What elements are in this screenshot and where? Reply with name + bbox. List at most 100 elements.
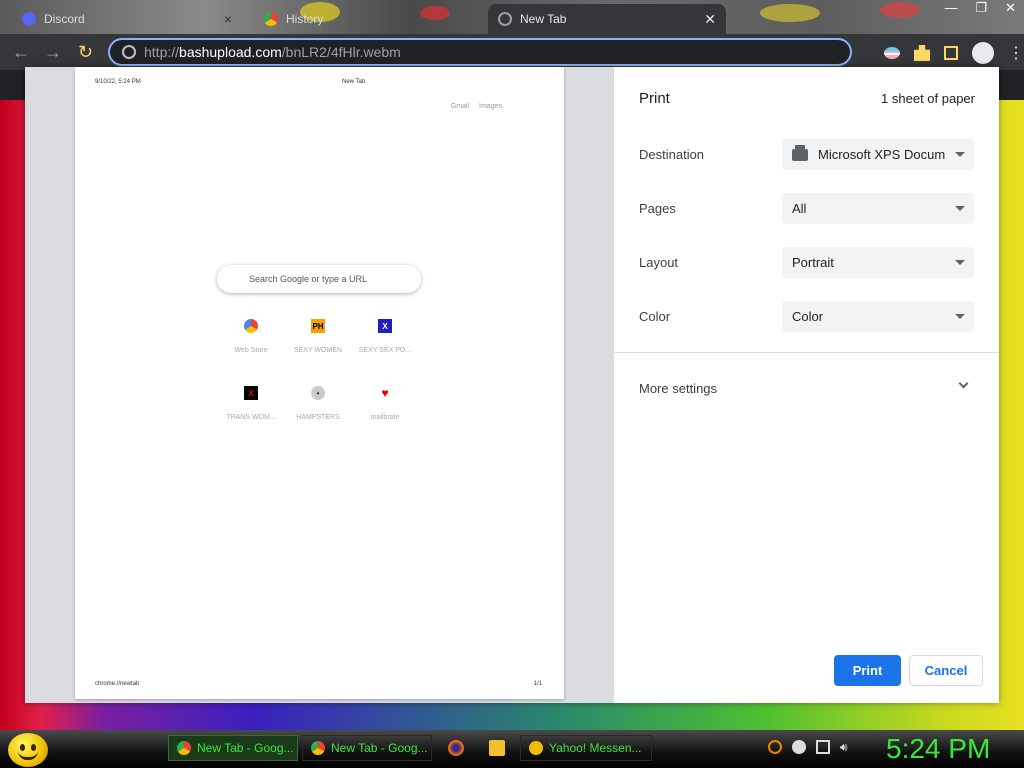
menu-icon[interactable]: ⋮ — [1008, 43, 1024, 63]
preview-top-links: Gmail Images — [451, 103, 502, 110]
chrome-icon — [264, 12, 278, 26]
restore-icon[interactable]: ❐ — [975, 0, 987, 16]
tile-label: SEXY SEX PO... — [358, 347, 412, 354]
chevron-down-icon[interactable] — [958, 378, 969, 389]
close-icon[interactable]: ✕ — [704, 11, 716, 28]
page-footer-number: 1/1 — [533, 681, 542, 687]
smiley-eye — [31, 744, 36, 751]
address-bar[interactable]: http://bashupload.com/bnLR2/4fHlr.webm — [108, 38, 852, 66]
taskbar-item-yahoo-messenger[interactable]: Yahoo! Messen... — [520, 735, 652, 761]
taskbar-clock: 5:24 PM — [886, 733, 991, 764]
tab-strip: Discord × History New Tab ✕ — ❐ ✕ — [0, 0, 1024, 34]
smiley-mouth — [18, 751, 38, 760]
paint-splat — [760, 4, 820, 22]
tab-discord[interactable]: Discord × — [12, 4, 242, 34]
dropdown-caret-icon — [955, 314, 965, 319]
task-label: Yahoo! Messen... — [549, 741, 642, 755]
search-icon[interactable] — [768, 740, 782, 754]
print-preview-page: 9/10/22, 5:24 PM New Tab Gmail Images Se… — [75, 67, 564, 699]
yahoo-messenger-icon — [529, 741, 543, 755]
paint-splat — [880, 2, 920, 18]
dropdown-caret-icon — [955, 260, 965, 265]
back-icon[interactable]: ← — [12, 42, 30, 63]
tile-label: Web Store — [234, 347, 268, 354]
shortcut-tile: PH SEXY WOMEN — [285, 319, 351, 354]
print-title: Print — [639, 90, 670, 107]
destination-label: Destination — [639, 147, 705, 162]
shortcut-tile: ♥ mailbrate — [352, 386, 418, 421]
destination-value: Microsoft XPS Docum — [818, 147, 946, 162]
extensions-icon[interactable] — [914, 45, 930, 61]
folder-icon[interactable] — [489, 740, 505, 756]
print-button[interactable]: Print — [834, 655, 901, 686]
smiley-eye — [20, 744, 25, 751]
taskbar-item-chrome-2[interactable]: New Tab - Goog... — [302, 735, 432, 761]
shortcut-tile: X SEXY SEX PO... — [352, 319, 418, 354]
tile-label: HAMPSTERS — [296, 414, 340, 421]
print-settings-panel: Print 1 sheet of paper Destination Micro… — [614, 67, 999, 703]
taskbar — [0, 730, 1024, 768]
minimize-icon[interactable]: — — [944, 0, 957, 16]
taskbar-item-chrome-1[interactable]: New Tab - Goog... — [168, 735, 298, 761]
browser-toolbar: ← → ↻ http://bashupload.com/bnLR2/4fHlr.… — [0, 34, 1024, 70]
chrome-icon — [311, 741, 325, 755]
forward-icon[interactable]: → — [44, 42, 62, 63]
x-red-icon: X — [244, 386, 258, 400]
start-button-smiley-icon[interactable] — [8, 733, 48, 767]
task-label: New Tab - Goog... — [197, 741, 294, 755]
layout-label: Layout — [639, 255, 679, 270]
sheet-count: 1 sheet of paper — [881, 91, 975, 106]
chrome-icon — [498, 12, 512, 26]
reload-icon[interactable]: ↻ — [78, 42, 93, 63]
window-controls: — ❐ ✕ — [944, 0, 1016, 16]
tile-label: TRANS WOM... — [226, 414, 276, 421]
tab-label: History — [286, 12, 324, 26]
dropdown-caret-icon — [955, 152, 965, 157]
layout-select[interactable]: Portrait — [782, 247, 974, 278]
toolbar-icons: ⋮ — [884, 42, 1024, 64]
page-footer-url: chrome://newtab — [95, 681, 140, 687]
task-label: New Tab - Goog... — [331, 741, 428, 755]
discord-icon — [22, 12, 36, 26]
firefox-icon[interactable] — [448, 740, 464, 756]
dropdown-caret-icon — [955, 206, 965, 211]
network-icon[interactable] — [816, 740, 830, 754]
system-tray: 🔊︎ — [768, 740, 854, 754]
pages-value: All — [792, 201, 807, 216]
webstore-icon — [244, 319, 258, 333]
shortcut-tile: X TRANS WOM... — [218, 386, 284, 421]
ph-icon: PH — [311, 319, 325, 333]
tab-label: New Tab — [520, 12, 567, 26]
tile-label: SEXY WOMEN — [293, 347, 343, 354]
hamster-icon: • — [311, 386, 325, 400]
gmail-link: Gmail — [450, 103, 470, 110]
page-header-date: 9/10/22, 5:24 PM — [95, 79, 141, 85]
tab-new-tab[interactable]: New Tab ✕ — [488, 4, 726, 34]
destination-select[interactable]: Microsoft XPS Docum — [782, 139, 974, 170]
settings-divider — [614, 352, 999, 353]
profile-avatar[interactable] — [972, 42, 994, 64]
color-select[interactable]: Color — [782, 301, 974, 332]
preview-search-box: Search Google or type a URL — [217, 265, 421, 293]
side-panel-icon[interactable] — [944, 46, 958, 60]
messenger-tray-icon[interactable] — [792, 740, 806, 754]
address-url: http://bashupload.com/bnLR2/4fHlr.webm — [144, 44, 401, 60]
page-header-title: New Tab — [342, 79, 366, 85]
layout-value: Portrait — [792, 255, 834, 270]
pages-label: Pages — [639, 201, 676, 216]
images-link: Images — [479, 103, 502, 110]
print-dialog: 9/10/22, 5:24 PM New Tab Gmail Images Se… — [25, 67, 999, 703]
close-window-icon[interactable]: ✕ — [1005, 0, 1016, 16]
chrome-icon — [177, 741, 191, 755]
close-icon[interactable]: × — [224, 11, 232, 27]
flag-extension-icon[interactable] — [884, 47, 900, 59]
pages-select[interactable]: All — [782, 193, 974, 224]
cancel-button[interactable]: Cancel — [909, 655, 983, 686]
heart-icon: ♥ — [381, 386, 389, 400]
tab-label: Discord — [44, 12, 85, 26]
volume-icon[interactable]: 🔊︎ — [840, 740, 854, 754]
tab-history[interactable]: History — [254, 4, 480, 34]
color-label: Color — [639, 309, 671, 324]
more-settings-toggle[interactable]: More settings — [639, 381, 717, 396]
site-info-icon[interactable] — [122, 45, 136, 59]
